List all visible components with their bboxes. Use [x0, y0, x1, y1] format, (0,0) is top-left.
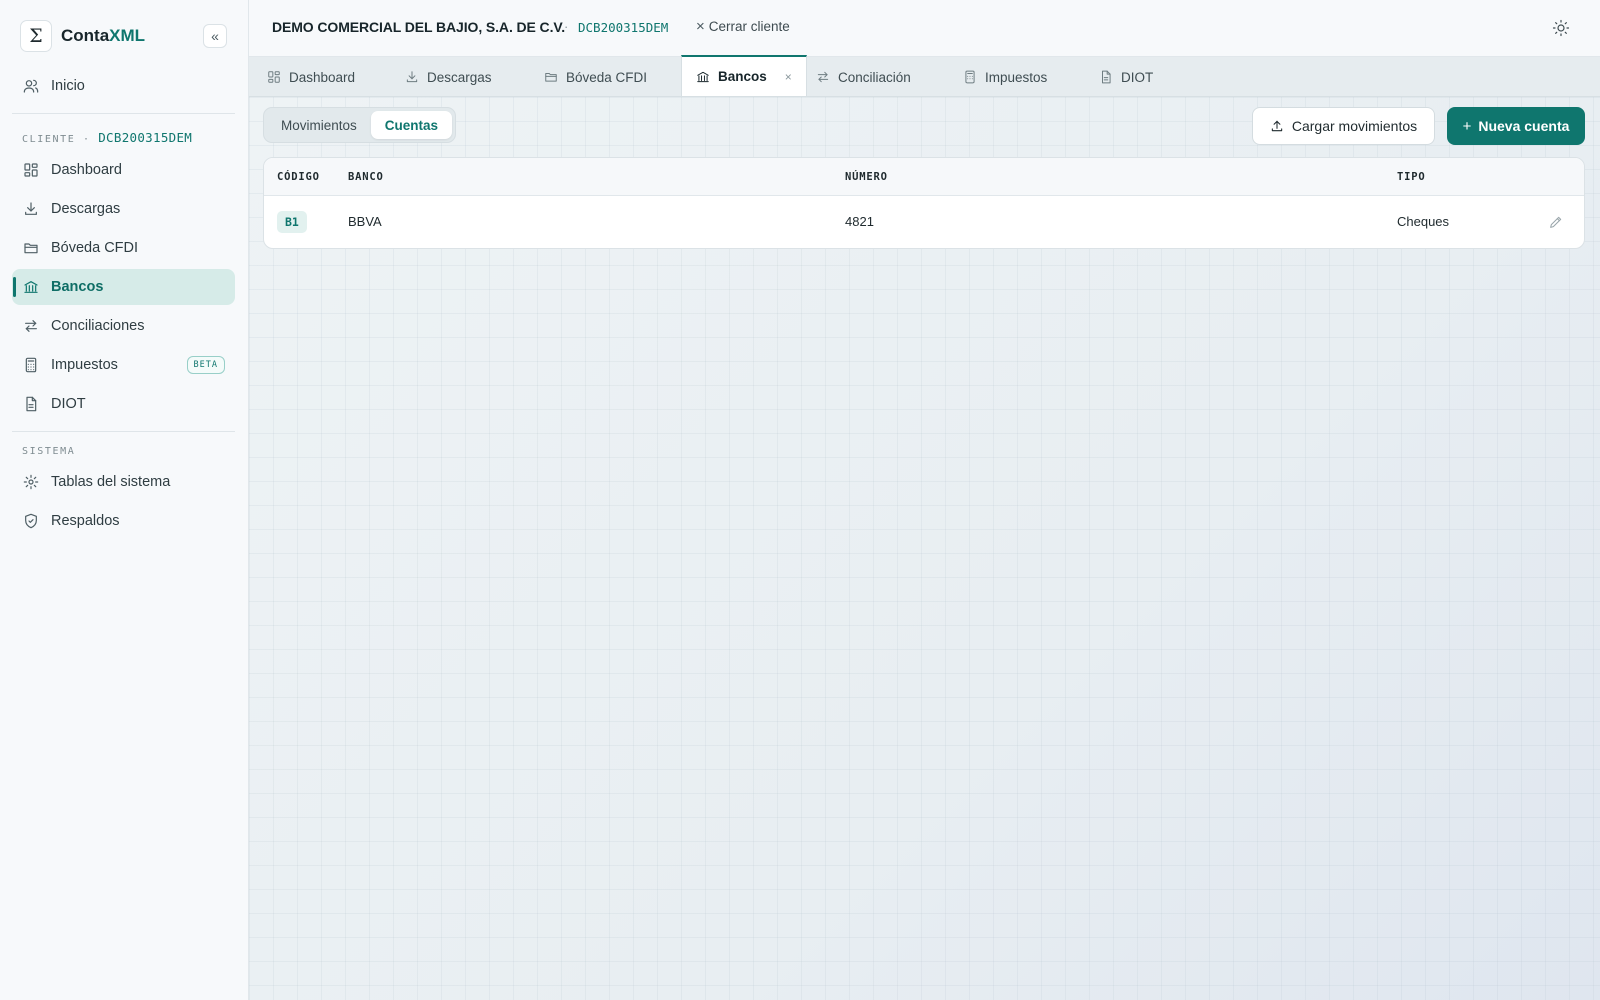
sidebar-item-label: DIOT [51, 396, 86, 412]
tab-label: Bancos [718, 69, 767, 84]
sidebar-item-diot[interactable]: DIOT [12, 386, 235, 422]
tab-diot[interactable]: DIOT [1099, 57, 1153, 97]
sidebar-item-conciliaciones[interactable]: Conciliaciones [12, 308, 235, 344]
separator-dot: · [564, 19, 569, 34]
sidebar-item-boveda[interactable]: Bóveda CFDI [12, 230, 235, 266]
dashboard-icon [24, 163, 38, 177]
sidebar-item-bancos[interactable]: Bancos [12, 269, 235, 305]
sidebar: Σ ContaXML « Inicio CLIENTE · DCB200315D… [0, 0, 249, 1000]
account-bank: BBVA [348, 214, 382, 229]
close-icon: × [696, 18, 705, 35]
column-header-tipo[interactable]: TIPO [1397, 171, 1426, 183]
tab-label: Conciliación [838, 69, 911, 85]
arrows-icon [817, 71, 829, 83]
brand-name: ContaXML [61, 26, 146, 45]
table-header: CÓDIGO BANCO NÚMERO TIPO [264, 158, 1584, 196]
tab-impuestos[interactable]: Impuestos [963, 57, 1047, 97]
edit-pencil-icon[interactable] [1548, 214, 1564, 230]
account-type: Cheques [1397, 214, 1450, 229]
users-icon [23, 79, 39, 93]
accounts-table: CÓDIGO BANCO NÚMERO TIPO B1 BBVA 4821 Ch… [263, 157, 1585, 249]
top-header: DEMO COMERCIAL DEL BAJIO, S.A. DE C.V. ·… [249, 0, 1600, 57]
system-section-label: SISTEMA [22, 446, 76, 457]
company-name: DEMO COMERCIAL DEL BAJIO, S.A. DE C.V. [272, 19, 566, 35]
sidebar-item-tablas[interactable]: Tablas del sistema [12, 464, 235, 500]
sidebar-divider [12, 431, 235, 432]
sidebar-divider [12, 113, 235, 114]
close-tab-icon[interactable]: × [785, 70, 792, 84]
brand[interactable]: Σ ContaXML [20, 20, 145, 52]
logo-sigma-icon: Σ [20, 20, 52, 52]
table-row[interactable]: B1 BBVA 4821 Cheques [264, 196, 1584, 248]
tab-descargas[interactable]: Descargas [405, 57, 492, 97]
new-account-label: Nueva cuenta [1478, 118, 1570, 134]
file-icon [1102, 70, 1111, 84]
arrows-icon [25, 320, 37, 332]
upload-movements-label: Cargar movimientos [1291, 118, 1418, 134]
sidebar-item-label: Impuestos [51, 357, 118, 373]
sidebar-item-label: Dashboard [51, 162, 122, 178]
plus-icon: + [1462, 117, 1472, 135]
collapse-sidebar-button[interactable]: « [203, 24, 227, 48]
sidebar-item-label: Inicio [51, 78, 85, 94]
sidebar-item-label: Conciliaciones [51, 318, 145, 334]
bank-icon [24, 281, 38, 293]
sidebar-item-label: Tablas del sistema [51, 474, 171, 490]
dashboard-icon [268, 71, 280, 83]
tab-label: DIOT [1121, 69, 1154, 85]
sidebar-item-dashboard[interactable]: Dashboard [12, 152, 235, 188]
app-root: Σ ContaXML « Inicio CLIENTE · DCB200315D… [0, 0, 1600, 1000]
gear-icon [23, 474, 39, 490]
download-icon [406, 71, 418, 83]
column-header-codigo[interactable]: CÓDIGO [277, 171, 320, 183]
calculator-icon [25, 357, 37, 373]
folder-icon [24, 243, 38, 254]
sidebar-item-inicio[interactable]: Inicio [12, 68, 235, 104]
segment-movimientos[interactable]: Movimientos [267, 111, 371, 139]
main-content: Movimientos Cuentas Cargar movimientos +… [249, 97, 1600, 1000]
tab-bancos[interactable]: Bancos × [681, 55, 807, 96]
calculator-icon [965, 70, 975, 84]
bank-icon [697, 71, 709, 82]
client-rfc: DCB200315DEM [98, 130, 193, 145]
view-segmented-control: Movimientos Cuentas [263, 107, 457, 143]
tab-label: Descargas [427, 69, 492, 85]
download-icon [25, 202, 37, 215]
sidebar-item-respaldos[interactable]: Respaldos [12, 503, 235, 539]
account-number: 4821 [845, 214, 874, 229]
tab-label: Impuestos [985, 69, 1048, 85]
shield-icon [25, 513, 37, 529]
tab-dashboard[interactable]: Dashboard [267, 57, 355, 97]
close-client-button[interactable]: × Cerrar cliente [696, 18, 790, 35]
close-client-label: Cerrar cliente [708, 19, 790, 34]
column-header-numero[interactable]: NÚMERO [845, 171, 888, 183]
theme-toggle-sun-icon[interactable] [1552, 19, 1570, 37]
upload-icon [1271, 120, 1283, 132]
new-account-button[interactable]: + Nueva cuenta [1447, 107, 1585, 145]
folder-icon [545, 73, 557, 82]
upload-movements-button[interactable]: Cargar movimientos [1252, 107, 1435, 145]
tab-boveda[interactable]: Bóveda CFDI [544, 57, 647, 97]
tab-strip: Dashboard Descargas Bóveda CFDI Bancos ×… [249, 55, 1600, 97]
segment-cuentas[interactable]: Cuentas [370, 111, 453, 139]
column-header-banco[interactable]: BANCO [348, 171, 384, 183]
sidebar-item-label: Descargas [51, 201, 121, 217]
sidebar-item-impuestos[interactable]: Impuestos BETA [12, 347, 235, 383]
client-section-label: CLIENTE · DCB200315DEM [22, 130, 193, 145]
beta-badge: BETA [186, 356, 225, 374]
file-icon [26, 396, 37, 412]
sidebar-item-label: Bóveda CFDI [51, 240, 139, 256]
tab-label: Dashboard [289, 69, 356, 85]
tab-conciliacion[interactable]: Conciliación [816, 57, 911, 97]
company-rfc: DCB200315DEM [578, 20, 669, 35]
sidebar-item-descargas[interactable]: Descargas [12, 191, 235, 227]
sidebar-item-label: Respaldos [51, 513, 120, 529]
tab-label: Bóveda CFDI [566, 69, 648, 85]
account-code-badge: B1 [277, 211, 307, 233]
sidebar-item-label: Bancos [51, 279, 104, 295]
